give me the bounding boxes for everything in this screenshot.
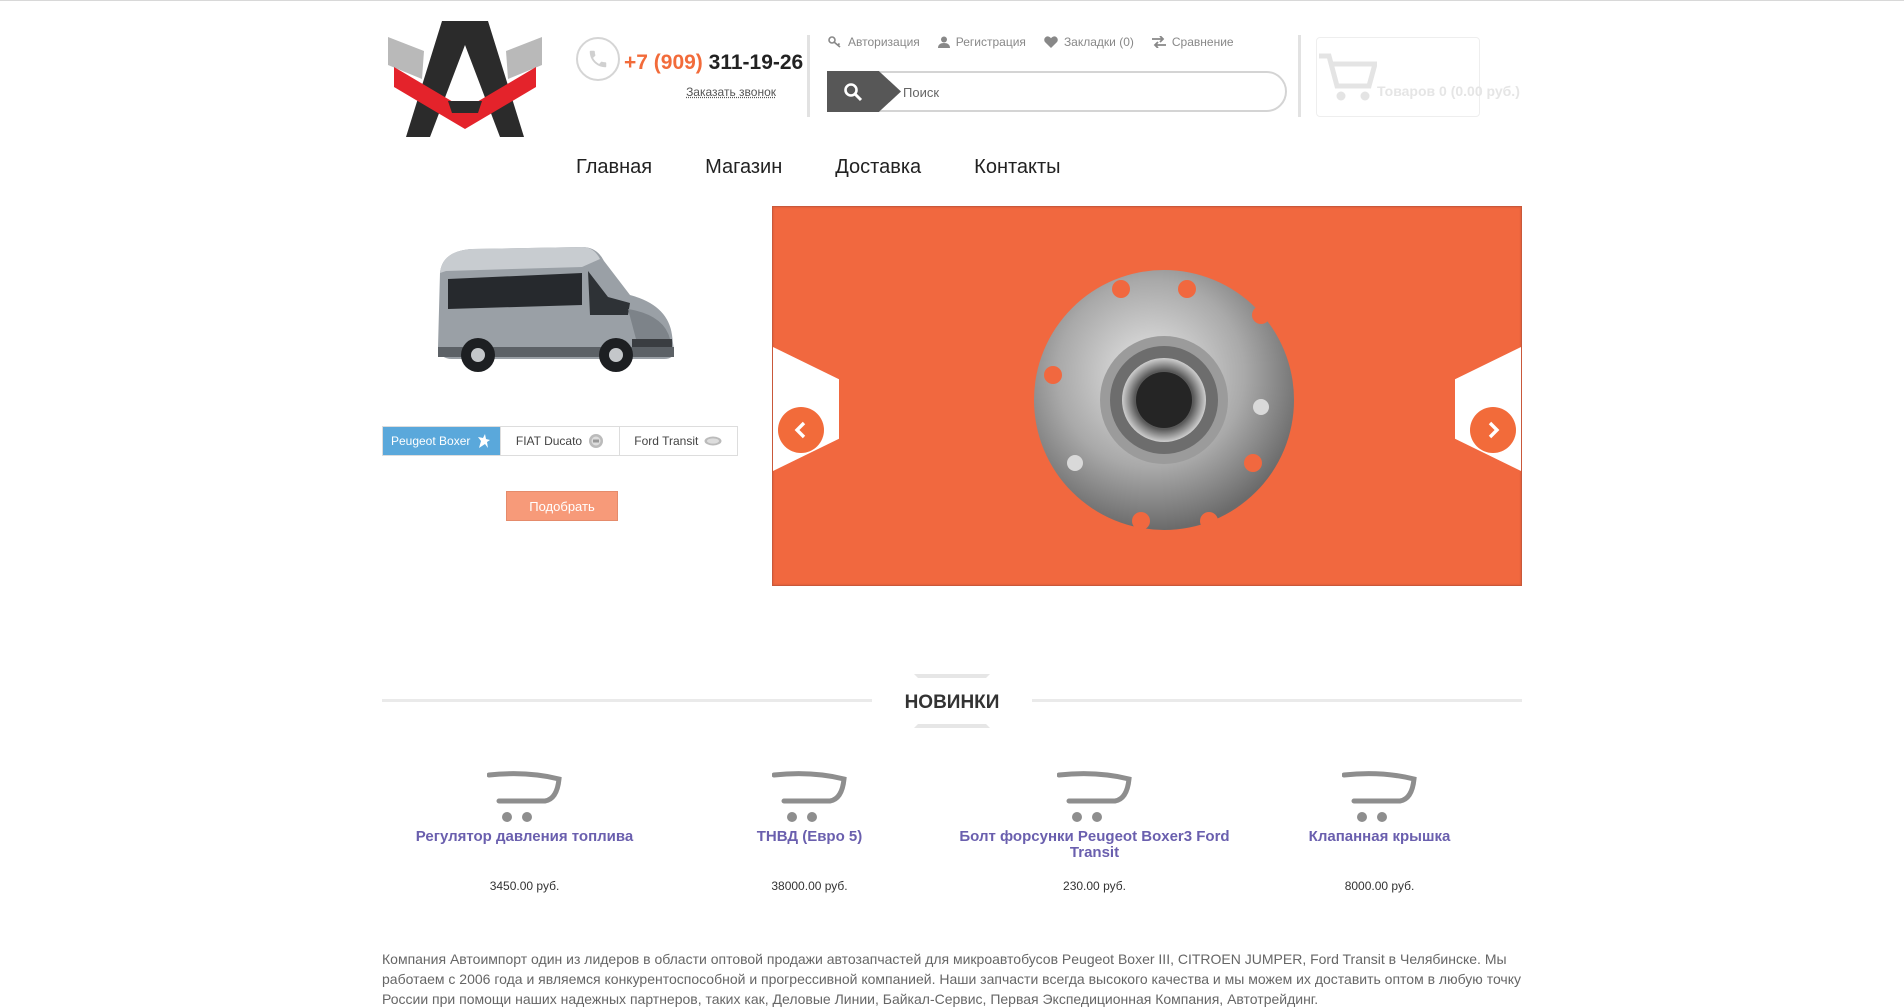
header-divider <box>1298 35 1301 117</box>
brand-tab-label: FIAT Ducato <box>515 434 583 448</box>
nav-home[interactable]: Главная <box>576 156 652 179</box>
main-nav: Главная Магазин Доставка Контакты <box>576 156 1061 179</box>
heart-icon <box>1044 36 1058 48</box>
cart-summary: Товаров 0 (0.00 руб.) <box>1377 83 1520 99</box>
cart-icon <box>1319 53 1377 101</box>
product-card: Регулятор давления топлива 3450.00 руб. <box>382 771 667 893</box>
phone-icon <box>576 37 620 81</box>
product-name[interactable]: Регулятор давления топлива <box>382 829 667 869</box>
phone-number: +7 (909) 311-19-26 <box>624 51 803 75</box>
register-link[interactable]: Регистрация <box>937 35 1026 49</box>
product-name[interactable]: Клапанная крышка <box>1237 829 1522 869</box>
nav-shop[interactable]: Магазин <box>705 156 782 179</box>
nav-delivery[interactable]: Доставка <box>835 156 921 179</box>
section-title: НОВИНКИ <box>872 690 1032 716</box>
product-price: 38000.00 руб. <box>771 879 848 893</box>
login-link[interactable]: Авторизация <box>828 35 920 49</box>
peugeot-lion-icon <box>478 434 491 448</box>
nav-contacts[interactable]: Контакты <box>974 156 1060 179</box>
brand-tab-label: Peugeot Boxer <box>390 434 471 448</box>
compare-label: Сравнение <box>1171 35 1234 49</box>
brand-tab-ford[interactable]: Ford Transit <box>619 427 737 455</box>
key-icon <box>828 36 841 48</box>
no-image-cart-icon[interactable] <box>771 771 848 825</box>
pick-button[interactable]: Подобрать <box>506 491 618 521</box>
search-icon <box>844 82 863 101</box>
brand-tab-peugeot[interactable]: Peugeot Boxer <box>383 427 502 455</box>
van-image <box>438 247 674 372</box>
header-divider <box>807 35 810 117</box>
no-image-cart-icon[interactable] <box>1056 771 1133 825</box>
product-name[interactable]: Болт форсунки Peugeot Boxer3 Ford Transi… <box>952 829 1237 869</box>
chevron-right-icon <box>1488 421 1500 439</box>
phone-block: +7 (909) 311-19-26 Заказать звонок <box>576 37 803 109</box>
phone-code: +7 (909) <box>624 51 703 74</box>
brand-tab-label: Ford Transit <box>634 434 699 448</box>
compare-icon <box>1151 36 1166 48</box>
no-image-cart-icon[interactable] <box>486 771 563 825</box>
cart-widget[interactable]: Товаров 0 (0.00 руб.) <box>1316 37 1520 117</box>
product-name[interactable]: ТНВД (Евро 5) <box>667 829 952 869</box>
bookmarks-link[interactable]: Закладки (0) <box>1044 35 1134 49</box>
fiat-logo-icon <box>589 434 604 448</box>
site-logo[interactable] <box>388 21 542 139</box>
chevron-left-icon <box>794 421 806 439</box>
section-divider <box>382 699 878 702</box>
wheel-hub-image <box>1034 270 1294 530</box>
slider-prev-button[interactable] <box>778 407 824 453</box>
user-icon <box>937 36 950 48</box>
brand-tab-fiat[interactable]: FIAT Ducato <box>501 427 620 455</box>
slider-next-button[interactable] <box>1470 407 1516 453</box>
company-description: Компания Автоимпорт один из лидеров в об… <box>382 951 1522 1007</box>
product-card: Болт форсунки Peugeot Boxer3 Ford Transi… <box>952 771 1237 893</box>
search-button[interactable] <box>827 71 901 112</box>
search-input[interactable] <box>903 81 1273 103</box>
search-box <box>827 71 1287 112</box>
product-price: 3450.00 руб. <box>489 879 560 893</box>
account-links: Авторизация Регистрация Закладки (0) Сра… <box>828 35 1234 49</box>
phone-digits: 311-19-26 <box>708 51 804 74</box>
no-image-cart-icon[interactable] <box>1341 771 1418 825</box>
product-price: 230.00 руб. <box>1063 879 1126 893</box>
compare-link[interactable]: Сравнение <box>1151 35 1234 49</box>
product-card: ТНВД (Евро 5) 38000.00 руб. <box>667 771 952 893</box>
product-list: Регулятор давления топлива 3450.00 руб. … <box>382 771 1522 893</box>
callback-link[interactable]: Заказать звонок <box>686 85 776 99</box>
register-label: Регистрация <box>955 35 1026 49</box>
bookmarks-label: Закладки (0) <box>1063 35 1134 49</box>
brand-tabs: Peugeot Boxer FIAT Ducato Ford Transit <box>382 426 738 456</box>
ford-logo-icon <box>704 436 722 446</box>
login-label: Авторизация <box>848 35 920 49</box>
hero-slider <box>772 206 1522 586</box>
product-price: 8000.00 руб. <box>1344 879 1415 893</box>
section-divider <box>1026 699 1522 702</box>
product-card: Клапанная крышка 8000.00 руб. <box>1237 771 1522 893</box>
